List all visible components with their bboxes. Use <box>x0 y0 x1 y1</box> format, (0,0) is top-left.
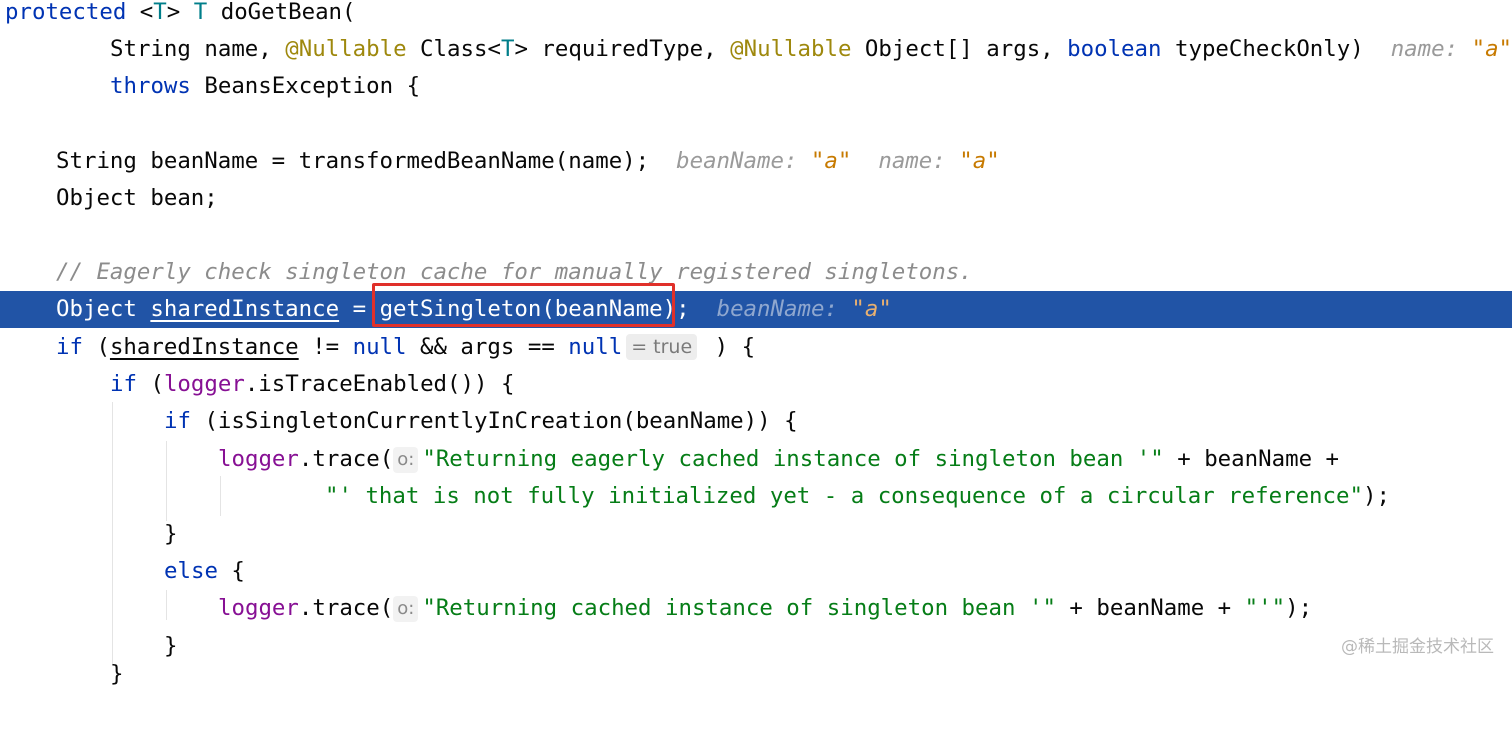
inline-value-hint: = true <box>626 334 698 360</box>
annotation: @Nullable <box>730 36 852 62</box>
code-text: > <box>166 0 194 25</box>
code-text: .isTraceEnabled()) { <box>244 371 515 397</box>
keyword: else <box>164 558 218 584</box>
parameter-hint: o: <box>393 596 419 622</box>
code-text: Object <box>56 296 151 322</box>
code-text: != <box>298 334 353 360</box>
code-editor[interactable]: protected <T> T doGetBean( String name, … <box>0 0 1512 685</box>
code-text: (isSingletonCurrentlyInCreation(beanName… <box>190 408 798 434</box>
code-line-1: protected <T> T doGetBean( <box>0 0 1512 31</box>
current-execution-line[interactable]: Object sharedInstance = getSingleton(bea… <box>0 291 1512 328</box>
code-line-15: logger.trace(o: "Returning cached instanc… <box>0 590 1512 627</box>
code-line-16: } <box>0 628 1512 665</box>
debug-hint-label: beanName: <box>716 296 852 322</box>
code-line-9: if (logger.isTraceEnabled()) { <box>0 366 1512 403</box>
code-text: && args == <box>406 334 569 360</box>
code-line-12: "' that is not fully initialized yet - a… <box>0 478 1512 515</box>
debug-hint-value: "a" <box>1471 36 1512 62</box>
debug-hint-value: "a" <box>959 148 1000 174</box>
code-text: { <box>217 558 245 584</box>
code-text: ) { <box>701 334 756 360</box>
keyword: if <box>164 408 191 434</box>
code-text: typeCheckOnly) <box>1161 36 1364 62</box>
code-text: > requiredType, <box>514 36 731 62</box>
code-text: } <box>164 633 178 659</box>
code-line-10: if (isSingletonCurrentlyInCreation(beanN… <box>0 403 1512 440</box>
code-line-8: if (sharedInstance != null && args == nu… <box>0 329 1512 366</box>
code-text: Class< <box>406 36 501 62</box>
code-text: ; <box>676 296 690 322</box>
type-param: T <box>153 0 167 25</box>
code-text: } <box>164 521 178 547</box>
code-text: Object bean; <box>56 185 218 211</box>
debug-hint-label: name: <box>878 148 960 174</box>
type-param: T <box>500 36 515 62</box>
code-line-17: } <box>110 661 124 687</box>
debug-hint-label: name: <box>1390 36 1472 62</box>
code-text: ( <box>82 334 110 360</box>
code-text: ); <box>1362 483 1390 509</box>
code-text: doGetBean( <box>207 0 356 25</box>
code-line-2: String name, @Nullable Class<T> required… <box>0 31 1512 68</box>
code-text: ( <box>136 371 164 397</box>
code-line-13: } <box>0 516 1512 553</box>
code-text: String name, <box>110 36 286 62</box>
debug-hint-value: "a" <box>851 296 892 322</box>
debug-hint-value: "a" <box>810 148 852 174</box>
code-line-11: logger.trace(o: "Returning eagerly cached… <box>0 441 1512 478</box>
code-text: String beanName = transformedBeanName(na… <box>56 148 650 174</box>
debug-hint-label: beanName: <box>676 148 811 174</box>
string-literal: "' that is not fully initialized yet - a… <box>325 483 1363 509</box>
code-text: + beanName + <box>1163 446 1340 472</box>
type-param: T <box>193 0 208 25</box>
code-line-3: throws BeansException { <box>0 68 1512 105</box>
variable: sharedInstance <box>109 334 299 360</box>
keyword: protected <box>5 0 127 25</box>
string-literal: "Returning cached instance of singleton … <box>422 595 1056 621</box>
code-text: < <box>126 0 154 25</box>
field: logger <box>163 371 245 397</box>
keyword: if <box>56 334 83 360</box>
code-line-6: // Eagerly check singleton cache for man… <box>0 254 1512 291</box>
code-text: + beanName + <box>1055 595 1245 621</box>
keyword: boolean <box>1067 36 1162 62</box>
code-text: ); <box>1285 595 1313 621</box>
variable: sharedInstance <box>150 296 340 322</box>
watermark: @稀土掘金技术社区 <box>1341 637 1494 657</box>
string-literal: "'" <box>1244 595 1286 621</box>
keyword: throws <box>110 73 191 99</box>
code-text: .trace( <box>298 446 394 472</box>
field: logger <box>218 446 299 472</box>
keyword: null <box>568 334 623 360</box>
highlight-box <box>372 283 675 327</box>
parameter-hint: o: <box>393 447 419 473</box>
string-literal: "Returning eagerly cached instance of si… <box>422 446 1164 472</box>
code-line-4: String beanName = transformedBeanName(na… <box>0 143 1512 180</box>
annotation: @Nullable <box>285 36 407 62</box>
code-line-5: Object bean; <box>0 180 1512 217</box>
code-line-14: else { <box>0 553 1512 590</box>
code-text: BeansException { <box>190 73 421 99</box>
keyword: null <box>352 334 407 360</box>
keyword: if <box>110 371 137 397</box>
code-text: Object[] args, <box>851 36 1068 62</box>
code-text: .trace( <box>298 595 394 621</box>
field: logger <box>218 595 299 621</box>
